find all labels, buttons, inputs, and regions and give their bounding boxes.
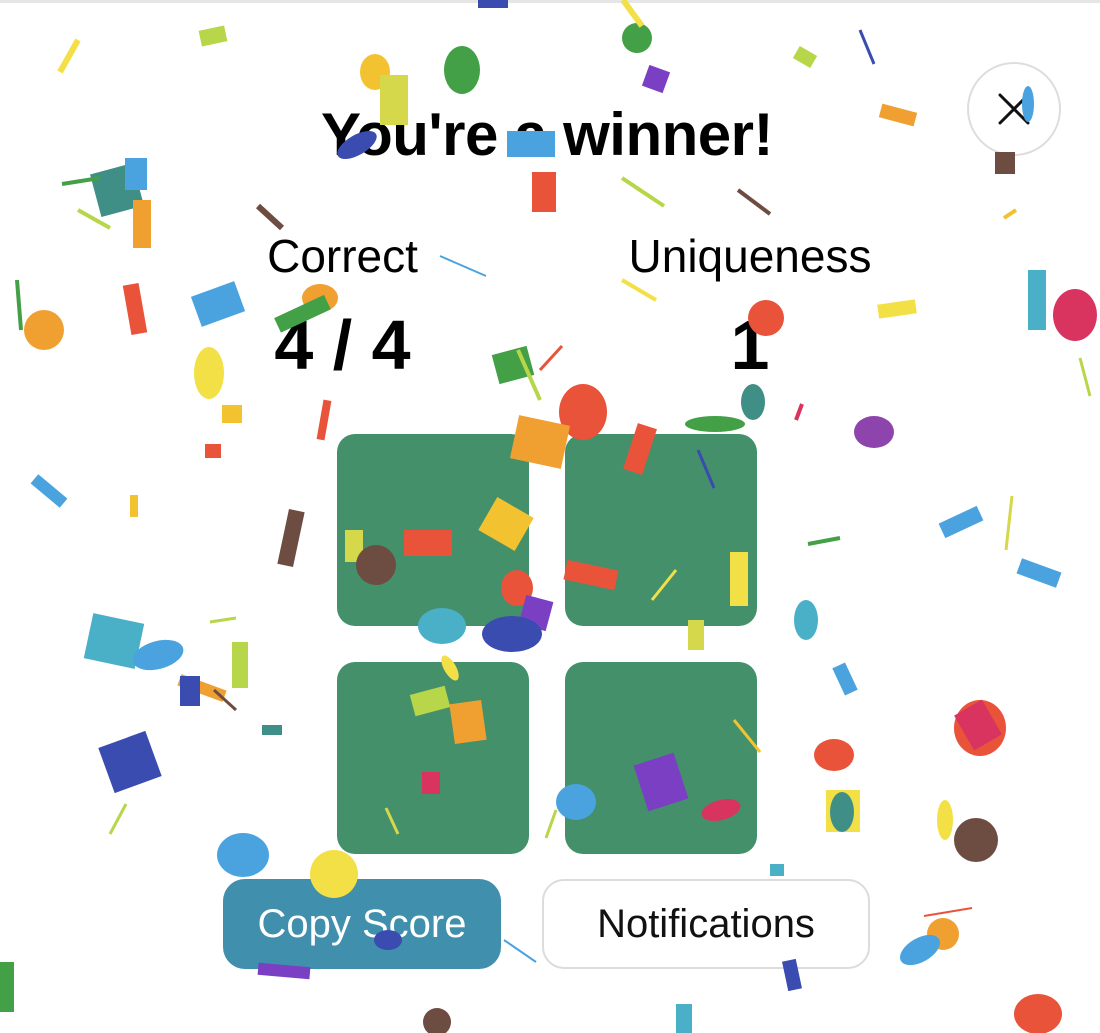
game-screen: You're a winner! Correct 4 / 4 Uniquenes… (0, 0, 1100, 1033)
winner-modal: You're a winner! Correct 4 / 4 Uniquenes… (0, 0, 1100, 1033)
uniqueness-value: 1 (730, 306, 770, 384)
result-tile (337, 434, 529, 626)
uniqueness-label: Uniqueness (628, 230, 872, 282)
result-tile (565, 662, 757, 854)
result-tile (337, 662, 529, 854)
copy-score-button[interactable]: Copy Score (223, 879, 501, 969)
correct-label: Correct (267, 230, 418, 282)
notifications-button[interactable]: Notifications (542, 879, 870, 969)
result-tile (565, 434, 757, 626)
modal-title: You're a winner! (321, 101, 773, 168)
correct-value: 4 / 4 (274, 306, 411, 384)
